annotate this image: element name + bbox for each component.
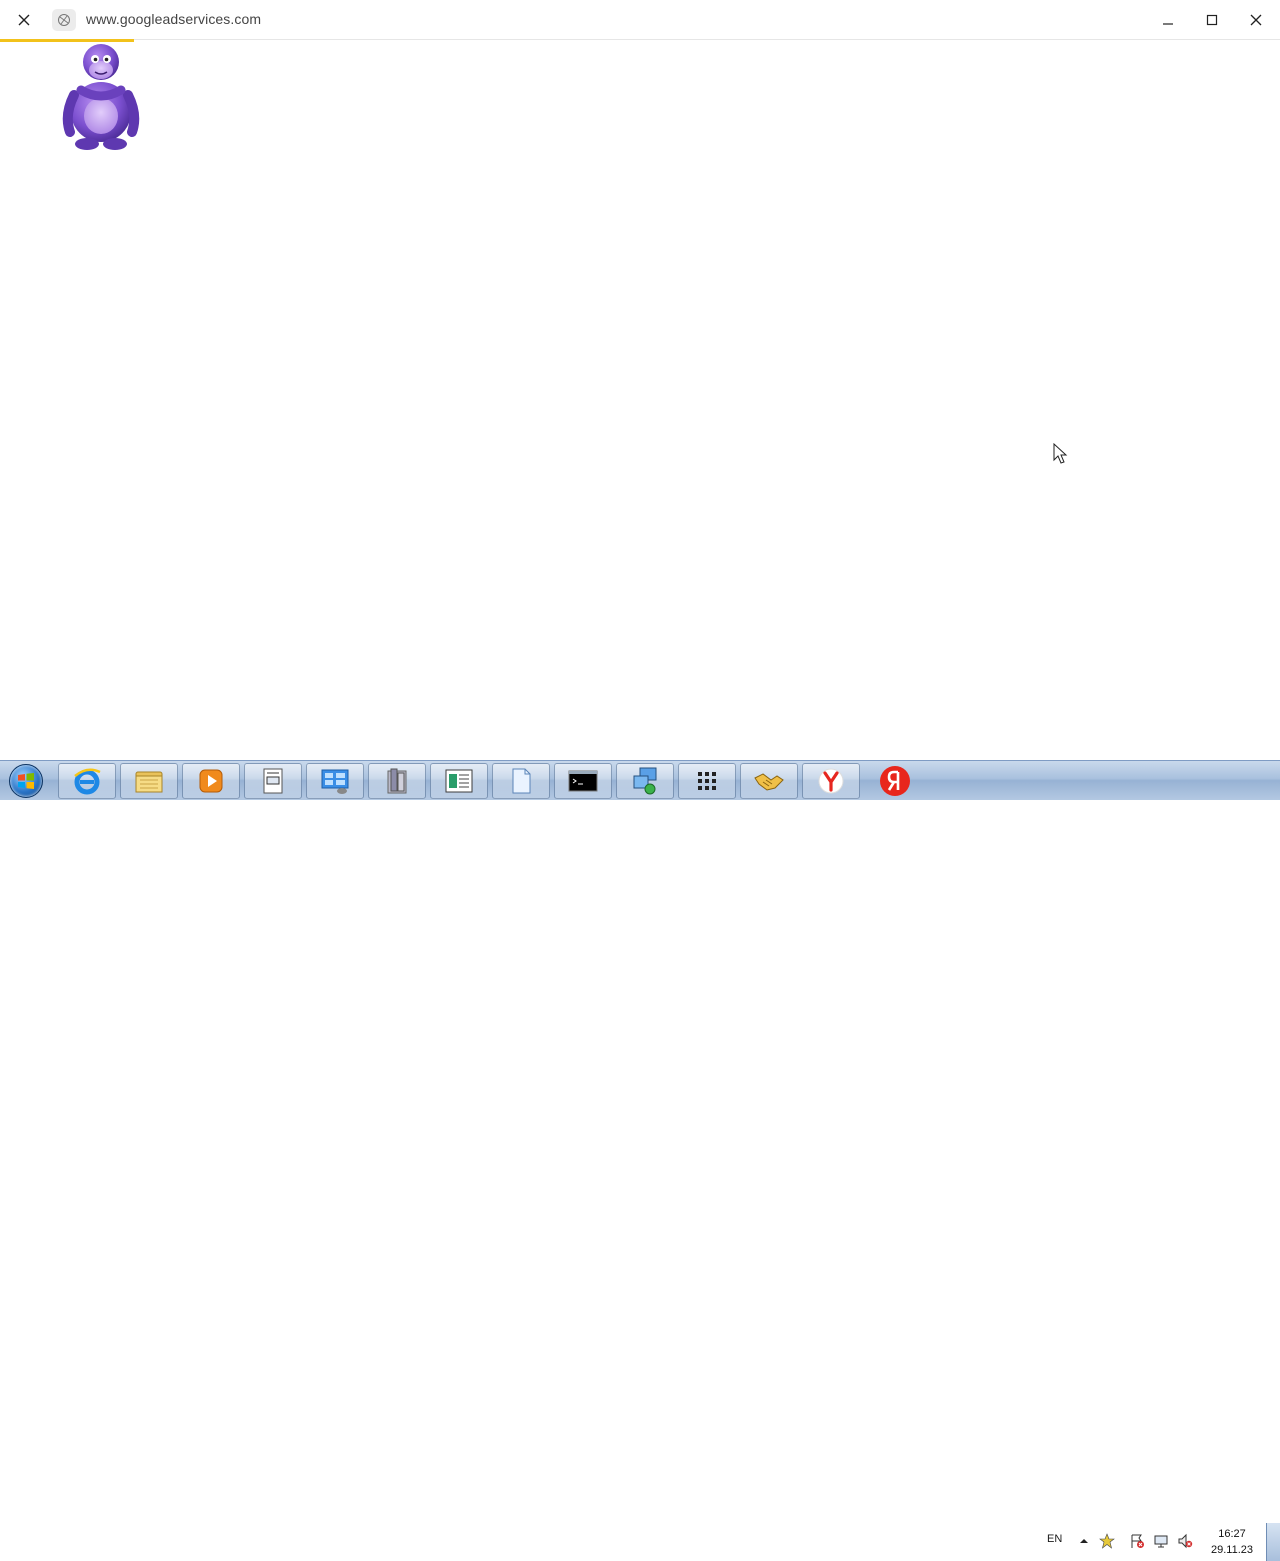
internet-explorer-icon — [74, 768, 101, 795]
media-player-icon — [199, 769, 223, 793]
maximize-button[interactable] — [1194, 8, 1230, 32]
network-setup-icon — [633, 767, 657, 795]
notepad-icon — [263, 768, 283, 794]
close-tab-button[interactable] — [10, 8, 38, 32]
taskbar-file-explorer[interactable] — [120, 763, 178, 799]
taskbar-command-prompt[interactable] — [554, 763, 612, 799]
document-icon — [512, 768, 531, 794]
yandex-browser-icon — [818, 768, 844, 794]
volume-button[interactable] — [1177, 1533, 1193, 1549]
taskbar-media-player[interactable] — [182, 763, 240, 799]
mouse-cursor-icon — [1053, 443, 1068, 464]
app-grid-icon — [698, 772, 716, 790]
language-indicator[interactable]: EN — [1047, 1533, 1062, 1545]
taskbar-blank-document[interactable] — [492, 763, 550, 799]
show-hidden-icons-button[interactable] — [1076, 1533, 1092, 1549]
clock-date: 29.11.23 — [1210, 1544, 1253, 1556]
taskbar-handshake-app[interactable] — [740, 763, 798, 799]
taskbar-notepad-document[interactable] — [244, 763, 302, 799]
tray-app-icon[interactable] — [1099, 1533, 1115, 1549]
site-security-icon[interactable] — [52, 9, 76, 31]
show-desktop-button[interactable] — [1266, 1523, 1280, 1561]
network-status-button[interactable] — [1153, 1533, 1169, 1549]
windows-start-icon — [9, 764, 43, 798]
volume-muted-icon — [1178, 1533, 1193, 1549]
browser-window: www.googleadservices.com — [0, 0, 1280, 760]
minimize-button[interactable] — [1150, 8, 1186, 32]
taskbar-text-editor[interactable] — [430, 763, 488, 799]
control-panel-icon — [321, 769, 349, 794]
chevron-up-icon — [1080, 1539, 1088, 1543]
taskbar-app-grid[interactable] — [678, 763, 736, 799]
network-icon — [1154, 1535, 1168, 1548]
taskbar: EN 16:27 29.11.23 — [0, 760, 1280, 1561]
purple-gorilla-mascot[interactable] — [56, 40, 146, 155]
folder-icon — [135, 771, 163, 793]
close-icon — [18, 14, 30, 26]
text-editor-icon — [445, 769, 473, 793]
taskbar-yandex-browser[interactable] — [802, 763, 860, 799]
maximize-icon — [1206, 14, 1218, 26]
system-clock[interactable]: 16:27 29.11.23 — [1204, 1526, 1260, 1558]
taskbar-internet-explorer[interactable] — [58, 763, 116, 799]
close-icon — [1250, 14, 1262, 26]
minimize-icon — [1163, 23, 1173, 25]
start-button[interactable] — [4, 763, 48, 799]
taskbar-control-panel[interactable] — [306, 763, 364, 799]
address-bar-url[interactable]: www.googleadservices.com — [86, 11, 261, 27]
star-icon — [1099, 1533, 1115, 1549]
close-window-button[interactable] — [1238, 8, 1274, 32]
yandex-icon — [880, 766, 910, 796]
taskbar-archive-tool[interactable] — [368, 763, 426, 799]
flag-warning-icon — [1131, 1534, 1144, 1548]
action-center-icon-button[interactable] — [1129, 1533, 1145, 1549]
browser-titlebar: www.googleadservices.com — [0, 0, 1280, 40]
globe-icon — [58, 14, 70, 26]
archive-icon — [387, 768, 407, 794]
clock-time: 16:27 — [1218, 1528, 1246, 1540]
handshake-icon — [754, 773, 784, 791]
taskbar-network-setup[interactable] — [616, 763, 674, 799]
command-prompt-icon — [568, 770, 598, 792]
taskbar-yandex[interactable] — [866, 763, 924, 799]
